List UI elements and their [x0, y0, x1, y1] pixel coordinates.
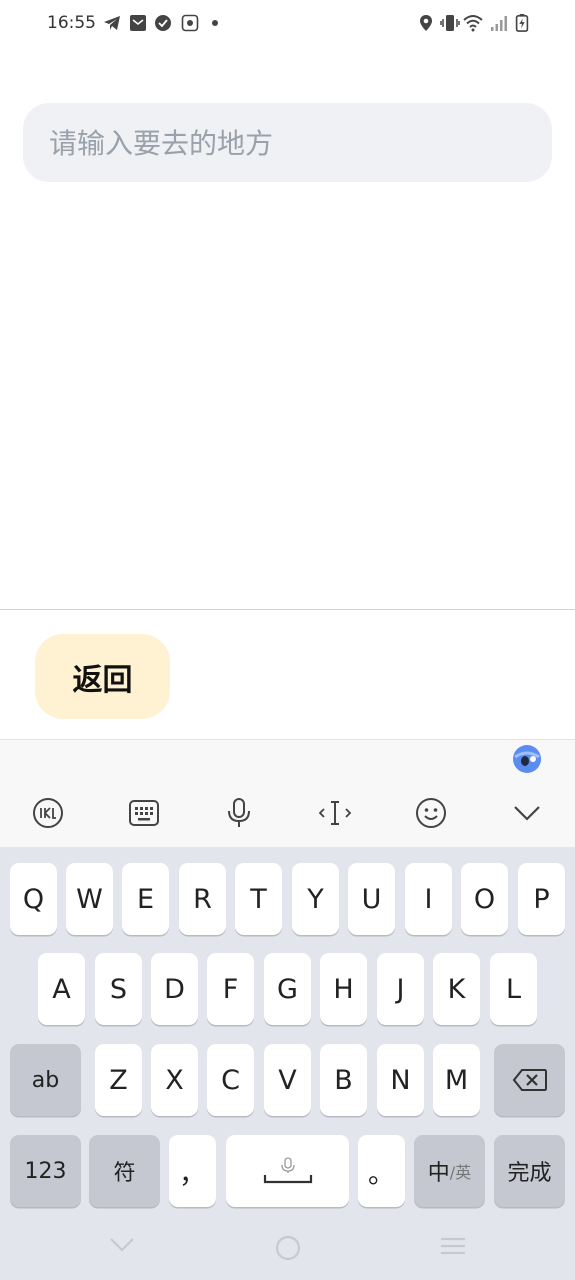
cursor-icon[interactable] — [315, 793, 355, 833]
photo-icon — [181, 14, 199, 32]
space-mic-icon — [263, 1157, 312, 1184]
battery-charging-icon — [515, 14, 529, 32]
key-o[interactable]: O — [461, 863, 508, 935]
key-s[interactable]: S — [95, 953, 142, 1025]
key-p[interactable]: P — [518, 863, 565, 935]
key-v[interactable]: V — [264, 1044, 311, 1116]
search-box[interactable] — [23, 103, 552, 184]
key-z[interactable]: Z — [95, 1044, 142, 1116]
ime-toolbar — [0, 739, 575, 848]
key-r[interactable]: R — [179, 863, 226, 935]
key-j[interactable]: J — [377, 953, 424, 1025]
backspace-key[interactable] — [494, 1044, 565, 1116]
key-x[interactable]: X — [151, 1044, 198, 1116]
dot-icon — [212, 20, 218, 26]
language-toggle-key[interactable]: 中/英 — [414, 1135, 485, 1207]
key-i[interactable]: I — [405, 863, 452, 935]
shift-key[interactable]: ab — [10, 1044, 81, 1116]
key-n[interactable]: N — [377, 1044, 424, 1116]
space-key[interactable] — [226, 1135, 349, 1207]
signal-icon — [491, 16, 507, 31]
numbers-key[interactable]: 123 — [10, 1135, 81, 1207]
nav-menu-icon[interactable] — [439, 1234, 467, 1258]
key-d[interactable]: D — [151, 953, 198, 1025]
lang-label: 中 — [427, 1161, 450, 1186]
wifi-icon — [463, 15, 483, 32]
status-bar: 16:55 — [0, 0, 575, 48]
nav-back-icon[interactable] — [108, 1234, 136, 1254]
comma-key[interactable]: ， — [169, 1135, 216, 1207]
done-key[interactable]: 完成 — [494, 1135, 565, 1207]
lang-suffix: /英 — [449, 1163, 472, 1182]
key-m[interactable]: M — [433, 1044, 480, 1116]
key-f[interactable]: F — [207, 953, 254, 1025]
key-e[interactable]: E — [122, 863, 169, 935]
microphone-icon[interactable] — [219, 793, 259, 833]
key-b[interactable]: B — [320, 1044, 367, 1116]
key-l[interactable]: L — [490, 953, 537, 1025]
key-y[interactable]: Y — [292, 863, 339, 935]
status-time: 16:55 — [47, 13, 96, 33]
key-a[interactable]: A — [38, 953, 85, 1025]
key-h[interactable]: H — [320, 953, 367, 1025]
back-button[interactable]: 返回 — [35, 634, 170, 719]
ime-logo-icon[interactable] — [28, 793, 68, 833]
vibrate-icon — [440, 15, 460, 31]
backspace-icon — [512, 1069, 547, 1091]
check-circle-icon — [155, 15, 171, 31]
keyboard: Q W E R T Y U I O P A S D F G H J K L ab… — [0, 847, 575, 1280]
key-t[interactable]: T — [235, 863, 282, 935]
emoji-icon[interactable] — [411, 793, 451, 833]
symbols-key[interactable]: 符 — [89, 1135, 160, 1207]
key-w[interactable]: W — [66, 863, 113, 935]
key-q[interactable]: Q — [10, 863, 57, 935]
nav-home-icon[interactable] — [274, 1234, 302, 1262]
key-k[interactable]: K — [433, 953, 480, 1025]
key-c[interactable]: C — [207, 1044, 254, 1116]
telegram-icon — [104, 16, 120, 30]
divider — [0, 609, 575, 610]
keyboard-icon[interactable] — [124, 793, 164, 833]
ime-mascot-icon[interactable] — [512, 744, 542, 774]
location-icon — [420, 15, 432, 31]
search-input[interactable] — [47, 103, 531, 184]
key-u[interactable]: U — [348, 863, 395, 935]
navigation-bar — [0, 1218, 575, 1280]
key-g[interactable]: G — [264, 953, 311, 1025]
chevron-down-icon[interactable] — [507, 793, 547, 833]
mail-icon — [130, 15, 146, 31]
period-key[interactable]: 。 — [358, 1135, 405, 1207]
